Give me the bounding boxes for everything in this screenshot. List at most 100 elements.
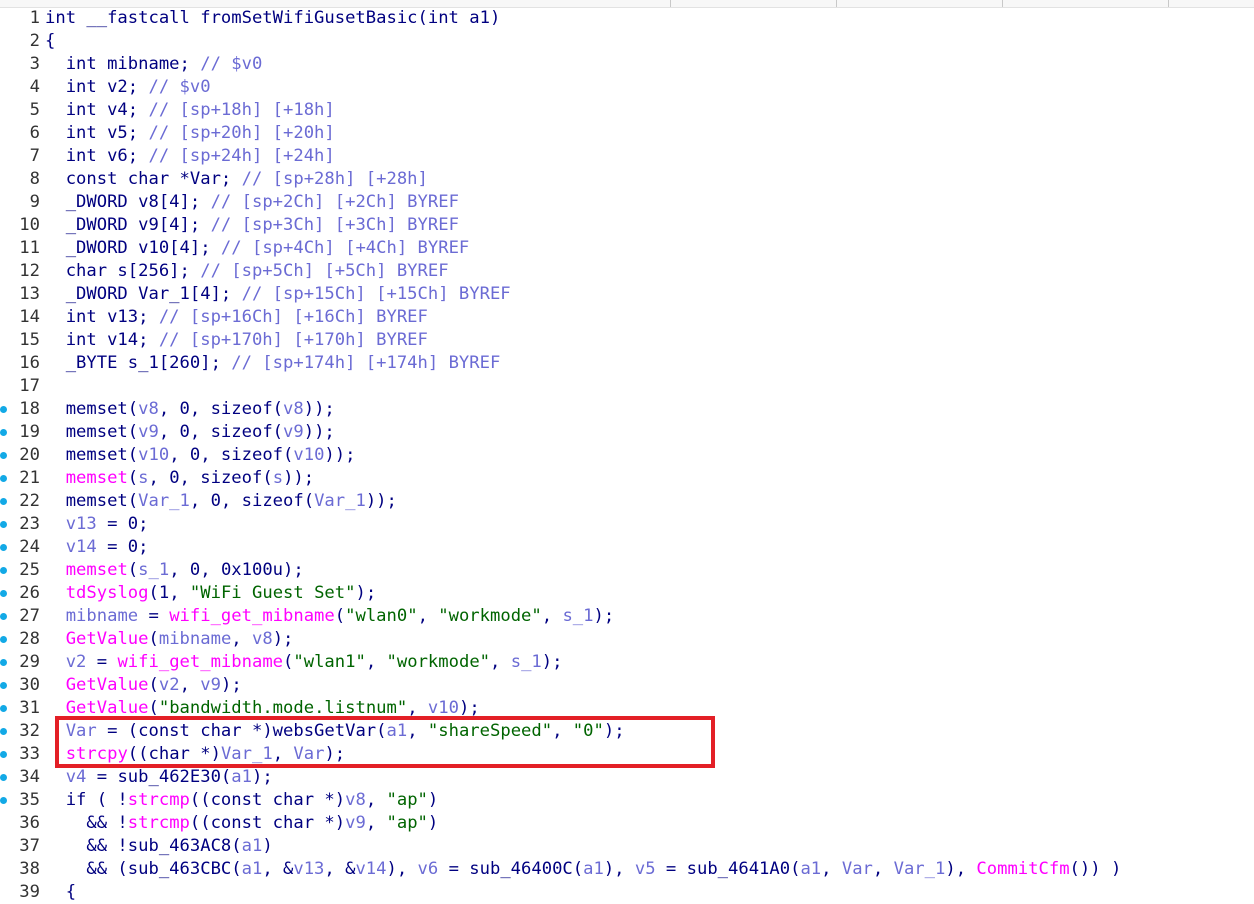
code-text: int mibname; // $v0 [45,53,263,76]
code-text: v2 = wifi_get_mibname("wlan1", "workmode… [45,651,563,674]
line-number: 31 [19,698,40,718]
code-token-plain: ); [272,629,294,649]
line-number: 5 [29,100,40,120]
code-line[interactable]: 28 GetValue(mibname, v8); [0,628,1254,651]
code-text: int v13; // [sp+16Ch] [+16Ch] BYREF [45,306,428,329]
code-line[interactable]: 37 && !sub_463AC8(a1) [0,835,1254,858]
code-token-plain: , 0, sizeof( [158,422,284,442]
code-token-comment: // [sp+4Ch] [+4Ch] BYREF [220,238,470,258]
code-token-var: v8 [138,399,159,419]
code-token-plain: int v13; [45,307,159,327]
code-line[interactable]: 21 memset(s, 0, sizeof(s)); [0,467,1254,490]
code-text: { [45,881,76,904]
code-line[interactable]: 7 int v6; // [sp+24h] [+24h] [0,145,1254,168]
code-line[interactable]: 12 char s[256]; // [sp+5Ch] [+5Ch] BYREF [0,260,1254,283]
code-token-func: tdSyslog [65,583,149,603]
line-number: 21 [19,468,40,488]
line-number: 35 [19,790,40,810]
line-number: 26 [19,583,40,603]
code-line[interactable]: 4 int v2; // $v0 [0,76,1254,99]
line-number: 30 [19,675,40,695]
code-token-plain: , 0, sizeof( [158,399,284,419]
code-line[interactable]: 10 _DWORD v9[4]; // [sp+3Ch] [+3Ch] BYRE… [0,214,1254,237]
code-token-plain: _DWORD v10[4]; [45,238,221,258]
code-token-plain: ); [593,606,615,626]
code-line[interactable]: 39 { [0,881,1254,904]
code-token-var: s_1 [138,560,170,580]
line-number: 20 [19,445,40,465]
code-token-plain: ), [945,859,977,879]
code-line[interactable]: 36 && !strcmp((const char *)v9, "ap") [0,812,1254,835]
code-token-plain: , [490,652,511,672]
code-token-string: "wlan1" [293,652,366,672]
line-number: 23 [19,514,40,534]
code-token-plain: )); [283,468,315,488]
code-line[interactable]: 5 int v4; // [sp+18h] [+18h] [0,99,1254,122]
code-token-plain: int v5; [45,123,149,143]
code-line[interactable]: 19 memset(v9, 0, sizeof(v9)); [0,421,1254,444]
code-text: mibname = wifi_get_mibname("wlan0", "wor… [45,605,615,628]
code-line[interactable]: 3 int mibname; // $v0 [0,53,1254,76]
code-token-plain: int v4; [45,100,149,120]
code-token-comment: // [sp+174h] [+174h] BYREF [231,353,501,373]
code-line[interactable]: 14 int v13; // [sp+16Ch] [+16Ch] BYREF [0,306,1254,329]
pseudocode-view[interactable]: 1 int __fastcall fromSetWifiGusetBasic(in… [0,7,1254,904]
code-line[interactable]: 13 _DWORD Var_1[4]; // [sp+15Ch] [+15Ch]… [0,283,1254,306]
line-number: 4 [29,77,40,97]
code-token-plain: if ( ! [45,790,128,810]
code-line[interactable]: 1 int __fastcall fromSetWifiGusetBasic(in… [0,7,1254,30]
code-token-string: "workmode" [438,606,542,626]
code-line[interactable]: 26 tdSyslog(1, "WiFi Guest Set"); [0,582,1254,605]
line-number: 37 [19,836,40,856]
line-number: 19 [19,422,40,442]
code-line[interactable]: 17 [0,375,1254,398]
code-token-var: v10 [427,698,459,718]
code-line[interactable]: 8 const char *Var; // [sp+28h] [+28h] [0,168,1254,191]
code-token-var: Var [841,859,873,879]
code-line[interactable]: 27 mibname = wifi_get_mibname("wlan0", "… [0,605,1254,628]
code-line[interactable]: 34 v4 = sub_462E30(a1); [0,766,1254,789]
code-line[interactable]: 2{ [0,30,1254,53]
code-line[interactable]: 25 memset(s_1, 0, 0x100u); [0,559,1254,582]
code-text: _DWORD Var_1[4]; // [sp+15Ch] [+15Ch] BY… [45,283,511,306]
line-number: 7 [29,146,40,166]
code-token-func: GetValue [65,629,149,649]
code-token-var: a1 [241,836,263,856]
code-text: && !sub_463AC8(a1) [45,835,272,858]
line-number: 14 [19,307,40,327]
code-line[interactable]: 15 int v14; // [sp+170h] [+170h] BYREF [0,329,1254,352]
code-token-var: s [138,468,149,488]
code-line[interactable]: 6 int v5; // [sp+20h] [+20h] [0,122,1254,145]
code-token-plain: ( [334,606,346,626]
code-token-plain: ), [386,859,418,879]
code-line[interactable]: 18 memset(v8, 0, sizeof(v8)); [0,398,1254,421]
code-token-plain: , 0, sizeof( [169,445,294,465]
code-text: v14 = 0; [45,536,149,559]
code-line[interactable]: 24 v14 = 0; [0,536,1254,559]
code-token-plain: ); [355,583,377,603]
line-number: 6 [29,123,40,143]
code-token-plain: ( [127,468,139,488]
code-line[interactable]: 29 v2 = wifi_get_mibname("wlan1", "workm… [0,651,1254,674]
code-line[interactable]: 9 _DWORD v8[4]; // [sp+2Ch] [+2Ch] BYREF [0,191,1254,214]
code-token-comment: // [sp+20h] [+20h] [148,123,335,143]
code-token-plain: (1, [148,583,190,603]
code-token-plain: , [872,859,894,879]
code-token-plain: , [821,859,842,879]
code-line[interactable]: 23 v13 = 0; [0,513,1254,536]
code-line[interactable]: 30 GetValue(v2, v9); [0,674,1254,697]
code-line[interactable]: 22 memset(Var_1, 0, sizeof(Var_1)); [0,490,1254,513]
code-line[interactable]: 11 _DWORD v10[4]; // [sp+4Ch] [+4Ch] BYR… [0,237,1254,260]
code-token-func: wifi_get_mibname [117,652,284,672]
code-token-plain: , & [262,859,294,879]
code-token-var: s_1 [562,606,594,626]
code-token-plain: ), [603,859,635,879]
line-number: 29 [19,652,40,672]
code-token-plain: ) [427,813,439,833]
code-token-var: Var_1 [893,859,946,879]
code-line[interactable]: 38 && (sub_463CBC(a1, &v13, &v14), v6 = … [0,858,1254,881]
code-line[interactable]: 35 if ( !strcmp((const char *)v8, "ap") [0,789,1254,812]
code-line[interactable]: 16 _BYTE s_1[260]; // [sp+174h] [+174h] … [0,352,1254,375]
code-line[interactable]: 20 memset(v10, 0, sizeof(v10)); [0,444,1254,467]
code-token-plain: = sub_4641A0( [655,859,801,879]
